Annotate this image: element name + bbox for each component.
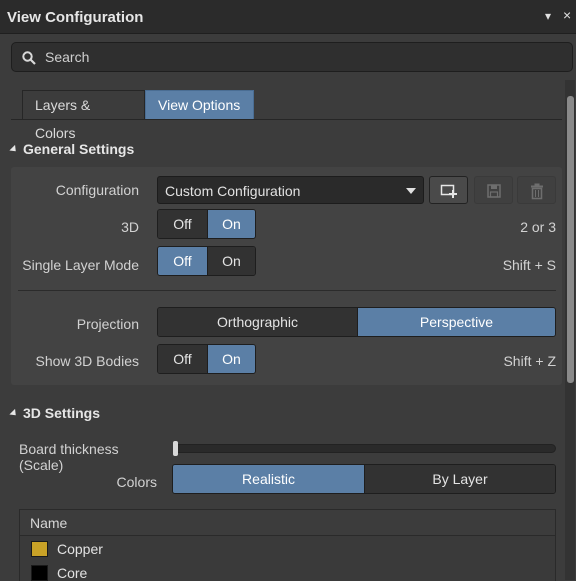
view-3d-toggle: Off On [157, 209, 256, 239]
single-layer-mode-toggle: Off On [157, 246, 256, 276]
row-name: Copper [57, 541, 103, 557]
view-3d-label: 3D [121, 219, 139, 235]
tab-underline [11, 119, 562, 120]
colors-realistic-button[interactable]: Realistic [173, 465, 364, 493]
close-icon[interactable]: × [563, 8, 571, 22]
row-name: Core [57, 565, 88, 581]
projection-toggle: Orthographic Perspective [157, 307, 556, 337]
delete-configuration-button[interactable] [517, 176, 556, 204]
add-configuration-icon [440, 184, 457, 198]
collapse-triangle-icon [9, 408, 19, 419]
table-row[interactable]: Copper [20, 537, 555, 561]
show-3d-bodies-off-button[interactable]: Off [158, 345, 207, 373]
add-configuration-button[interactable] [429, 176, 468, 204]
view-3d-off-button[interactable]: Off [158, 210, 207, 238]
show-3d-bodies-toggle: Off On [157, 344, 256, 374]
show-3d-bodies-label: Show 3D Bodies [35, 353, 139, 369]
projection-label: Projection [76, 316, 139, 332]
search-placeholder: Search [45, 49, 90, 65]
section-divider [18, 290, 556, 291]
single-layer-shortcut: Shift + S [502, 257, 556, 273]
projection-orthographic-button[interactable]: Orthographic [158, 308, 357, 336]
configuration-dropdown[interactable]: Custom Configuration [157, 176, 424, 204]
save-icon [487, 184, 501, 198]
panel-menu-icon[interactable]: ▾ [545, 9, 551, 23]
tab-view-options[interactable]: View Options [145, 90, 254, 120]
general-settings-title: General Settings [23, 141, 135, 157]
3d-settings-title: 3D Settings [23, 405, 101, 421]
layer-color-table: Name Copper Core [19, 509, 556, 581]
panel-titlebar: View Configuration ▾ × [0, 0, 576, 34]
delete-icon [531, 183, 543, 200]
colors-by-layer-button[interactable]: By Layer [364, 465, 555, 493]
board-thickness-label: Board thickness (Scale) [19, 441, 119, 473]
collapse-triangle-icon [9, 144, 19, 155]
table-row[interactable]: Core [20, 561, 555, 581]
single-layer-off-button[interactable]: Off [158, 247, 207, 275]
board-thickness-slider[interactable] [173, 444, 556, 453]
view-3d-on-button[interactable]: On [206, 210, 255, 238]
color-swatch[interactable] [31, 565, 48, 581]
colors-label: Colors [116, 474, 157, 490]
name-column-header: Name [30, 515, 68, 531]
table-header[interactable]: Name [20, 510, 555, 536]
color-swatch[interactable] [31, 541, 48, 557]
tab-layers-colors[interactable]: Layers & Colors [22, 90, 145, 141]
view-3d-shortcut: 2 or 3 [520, 219, 556, 235]
save-configuration-button[interactable] [474, 176, 513, 204]
single-layer-on-button[interactable]: On [206, 247, 255, 275]
3d-settings-header[interactable]: 3D Settings [9, 405, 101, 421]
chevron-down-icon [406, 188, 416, 194]
scrollbar-thumb[interactable] [567, 96, 574, 383]
single-layer-mode-label: Single Layer Mode [22, 257, 139, 273]
colors-toggle: Realistic By Layer [172, 464, 556, 494]
configuration-label: Configuration [55, 182, 139, 198]
general-settings-header[interactable]: General Settings [9, 141, 135, 157]
configuration-value: Custom Configuration [165, 183, 301, 199]
search-icon [22, 51, 36, 65]
search-input[interactable]: Search [11, 42, 573, 72]
show-3d-bodies-on-button[interactable]: On [206, 345, 255, 373]
show-3d-bodies-shortcut: Shift + Z [503, 353, 556, 369]
projection-perspective-button[interactable]: Perspective [357, 308, 555, 336]
panel-title: View Configuration [7, 9, 144, 26]
board-thickness-slider-thumb[interactable] [173, 441, 178, 456]
